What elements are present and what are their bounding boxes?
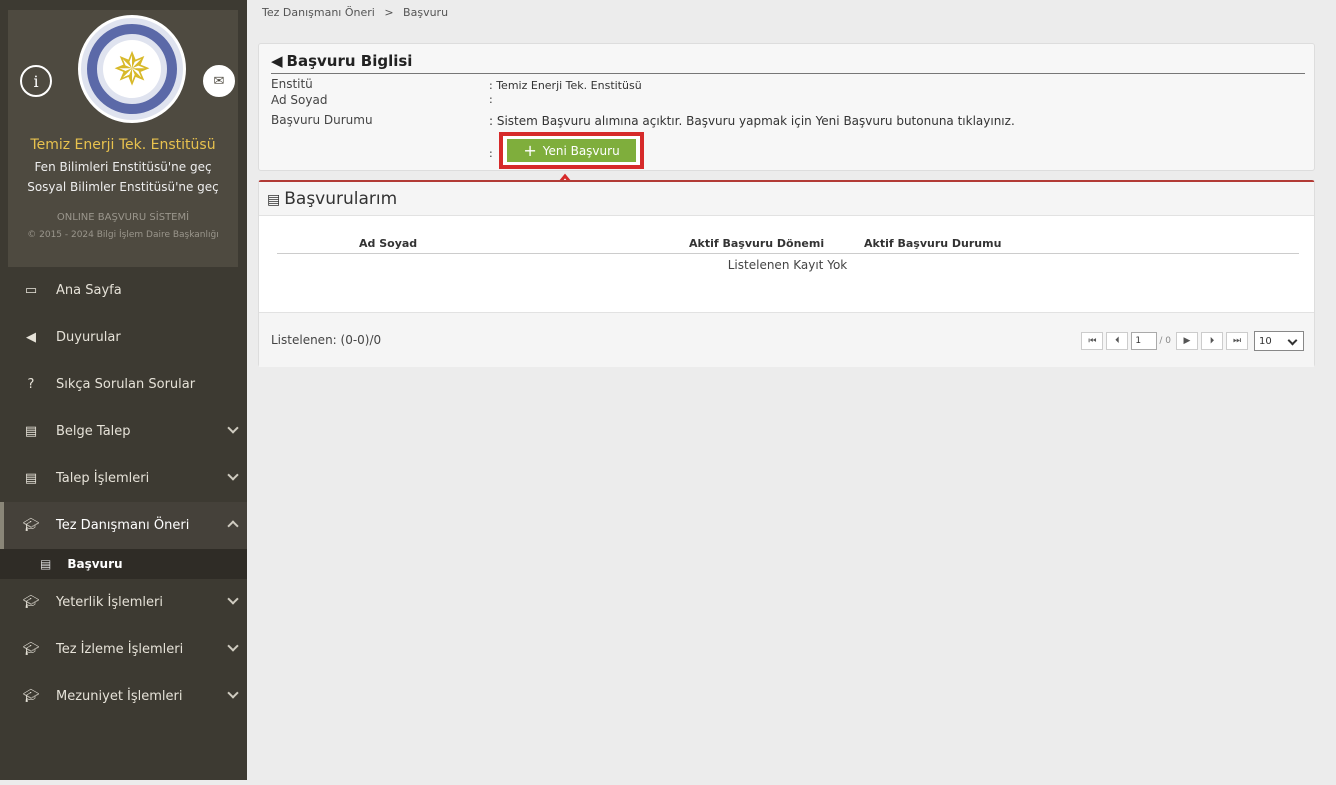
desktop-icon: ▭ bbox=[24, 283, 38, 298]
document-icon: ▤ bbox=[24, 424, 38, 439]
question-circle-icon: ? bbox=[27, 377, 35, 392]
menu-item-belge-talep[interactable]: ▤ Belge Talep bbox=[0, 408, 247, 455]
chevron-down-icon bbox=[227, 422, 239, 434]
menu-item-yeterlik[interactable]: 🎓︎ Yeterlik İşlemleri bbox=[0, 579, 247, 626]
menu-item-duyurular[interactable]: ◀ Duyurular bbox=[0, 314, 247, 361]
mail-icon[interactable]: ✉ bbox=[203, 65, 235, 97]
chevron-up-icon bbox=[227, 520, 239, 532]
institute-name: Temiz Enerji Tek. Enstitüsü bbox=[30, 137, 216, 153]
info-icon[interactable]: i bbox=[20, 65, 52, 97]
value-enstitu: : Temiz Enerji Tek. Enstitüsü bbox=[489, 79, 642, 92]
chevron-down-icon bbox=[227, 593, 239, 605]
panel-title: ◀ Başvuru Biglisi bbox=[271, 52, 1305, 74]
chevron-down-icon bbox=[227, 687, 239, 699]
megaphone-icon: ◀ bbox=[26, 330, 36, 345]
total-pages: / 0 bbox=[1159, 336, 1171, 346]
page-number-input[interactable]: 1 bbox=[1131, 332, 1158, 350]
sidebar: i ✵ ✉ Temiz Enerji Tek. Enstitüsü Fen Bi… bbox=[0, 0, 247, 780]
sidebar-header: i ✵ ✉ Temiz Enerji Tek. Enstitüsü Fen Bi… bbox=[8, 10, 238, 267]
first-page-icon[interactable]: ⏮ bbox=[1081, 332, 1104, 350]
copyright-text: © 2015 - 2024 Bilgi İşlem Daire Başkanlı… bbox=[27, 230, 219, 240]
last-page-icon[interactable]: ⏭ bbox=[1226, 332, 1248, 350]
switch-fen-link[interactable]: Fen Bilimleri Enstitüsü'ne geç bbox=[8, 160, 238, 174]
plus-icon: + bbox=[523, 141, 537, 160]
breadcrumb-separator: > bbox=[384, 6, 394, 19]
panel-title: ▤ Başvurularım bbox=[259, 182, 1314, 216]
chevron-down-icon bbox=[227, 640, 239, 652]
system-title: ONLINE BAŞVURU SİSTEMİ bbox=[56, 212, 190, 223]
highlight-box: + Yeni Başvuru bbox=[499, 132, 644, 169]
page-size-select[interactable]: 10 bbox=[1254, 331, 1304, 351]
listed-count: Listelenen: (0-0)/0 bbox=[271, 333, 382, 347]
value-ad-soyad: : bbox=[489, 93, 493, 106]
table-footer: Listelenen: (0-0)/0 ⏮ ⏴ 1 / 0 ▶ ⏵ ⏭ 10 bbox=[259, 312, 1314, 367]
pagination: ⏮ ⏴ 1 / 0 ▶ ⏵ ⏭ 10 bbox=[1078, 331, 1304, 351]
value-basvuru-durumu: : Sistem Başvuru alımına açıktır. Başvur… bbox=[489, 114, 1015, 128]
table-divider bbox=[277, 253, 1299, 254]
empty-table-text: Listelenen Kayıt Yok bbox=[727, 258, 848, 272]
menu-item-ana-sayfa[interactable]: ▭ Ana Sayfa bbox=[0, 267, 247, 314]
next-step-icon[interactable]: ⏵ bbox=[1201, 332, 1223, 350]
list-icon: ▤ bbox=[267, 192, 281, 208]
button-colon: : bbox=[489, 147, 493, 160]
column-header-durum[interactable]: Aktif Başvuru Durumu bbox=[864, 237, 1001, 250]
sidebar-menu: ▭ Ana Sayfa ◀ Duyurular ? Sıkça Sorulan … bbox=[0, 267, 247, 720]
breadcrumb: Tez Danışmanı Öneri > Başvuru bbox=[262, 6, 448, 19]
menu-item-mezuniyet[interactable]: 🎓︎ Mezuniyet İşlemleri bbox=[0, 673, 247, 720]
column-header-ad-soyad[interactable]: Ad Soyad bbox=[359, 237, 417, 250]
prev-page-icon[interactable]: ⏴ bbox=[1106, 332, 1129, 350]
applications-panel: ▤ Başvurularım Ad Soyad Aktif Başvuru Dön… bbox=[258, 180, 1315, 367]
megaphone-icon: ◀ bbox=[271, 52, 283, 70]
next-page-icon[interactable]: ▶ bbox=[1176, 332, 1198, 350]
graduation-cap-icon: 🎓︎ bbox=[22, 595, 40, 610]
graduation-cap-icon: 🎓︎ bbox=[22, 642, 40, 657]
menu-item-tez-danismani[interactable]: 🎓︎ Tez Danışmanı Öneri bbox=[0, 502, 247, 549]
switch-sosyal-link[interactable]: Sosyal Bilimler Enstitüsü'ne geç bbox=[8, 180, 238, 194]
document-icon: ▤ bbox=[24, 471, 38, 486]
menu-item-sss[interactable]: ? Sıkça Sorulan Sorular bbox=[0, 361, 247, 408]
breadcrumb-current: Başvuru bbox=[403, 6, 449, 19]
graduation-cap-icon: 🎓︎ bbox=[22, 518, 40, 533]
label-ad-soyad: Ad Soyad bbox=[271, 93, 328, 107]
menu-item-talep-islemleri[interactable]: ▤ Talep İşlemleri bbox=[0, 455, 247, 502]
new-application-button[interactable]: + Yeni Başvuru bbox=[507, 139, 636, 162]
application-info-panel: ◀ Başvuru Biglisi Enstitü : Temiz Enerji … bbox=[258, 43, 1315, 171]
university-logo: ✵ bbox=[78, 15, 186, 123]
submenu-item-basvuru[interactable]: ▤ Başvuru bbox=[0, 549, 247, 579]
label-basvuru-durumu: Başvuru Durumu bbox=[271, 113, 373, 127]
menu-item-tez-izleme[interactable]: 🎓︎ Tez İzleme İşlemleri bbox=[0, 626, 247, 673]
graduation-cap-icon: 🎓︎ bbox=[22, 689, 40, 704]
column-header-donem[interactable]: Aktif Başvuru Dönemi bbox=[689, 237, 824, 250]
breadcrumb-parent[interactable]: Tez Danışmanı Öneri bbox=[262, 6, 375, 19]
chevron-down-icon bbox=[227, 469, 239, 481]
document-icon: ▤ bbox=[40, 557, 52, 571]
label-enstitu: Enstitü bbox=[271, 77, 313, 91]
